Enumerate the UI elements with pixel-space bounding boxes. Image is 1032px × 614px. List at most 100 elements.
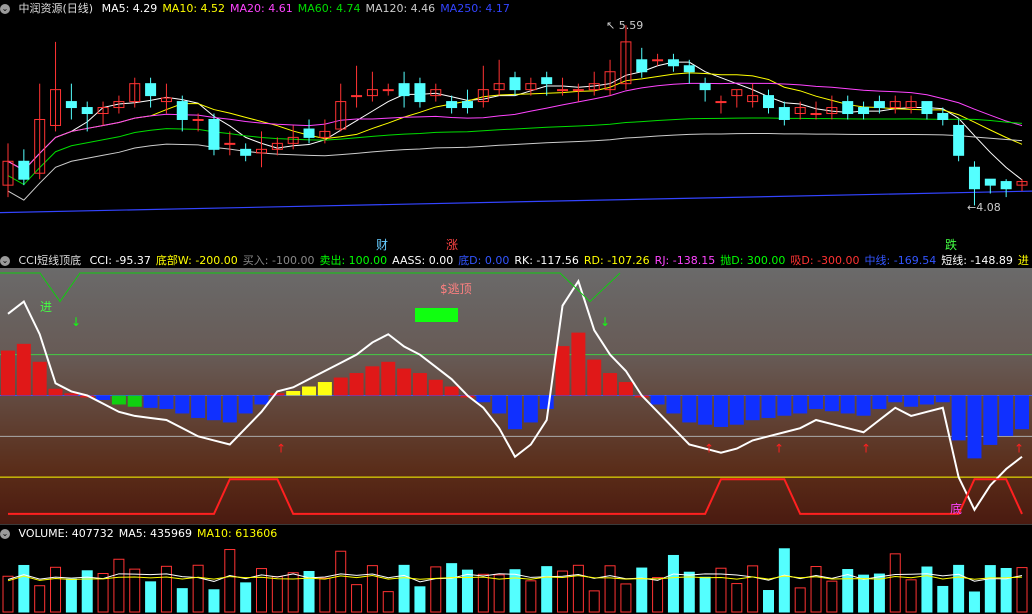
- candle-body: [683, 65, 695, 73]
- volume-bar: [2, 575, 14, 613]
- cci-bar: [254, 395, 269, 405]
- candle-body: [224, 142, 236, 145]
- high-price-value: 5.59: [618, 19, 644, 32]
- low-price-label: ←4.08: [967, 201, 1001, 214]
- cci-bar: [856, 395, 871, 416]
- cci-bar: [96, 395, 111, 400]
- candle-body: [699, 83, 711, 91]
- cci-value-9: 抛D: 300.00: [720, 254, 786, 267]
- chevron-down-icon[interactable]: ⌄: [0, 256, 10, 266]
- cci-bar: [159, 395, 174, 409]
- cci-bar: [571, 332, 586, 396]
- cci-bar: [48, 388, 63, 396]
- cci-chart[interactable]: ↑ ↑ ↑ ↑ ↑ ↓ ↓: [0, 268, 1032, 524]
- cci-bar: [904, 395, 919, 407]
- candle-body: [953, 124, 965, 156]
- cci-bar: [603, 373, 618, 396]
- cci-bar: [381, 361, 396, 396]
- candle-body: [192, 118, 204, 121]
- cci-value-4: AASS: 0.00: [392, 254, 454, 267]
- candle-body: [968, 166, 980, 190]
- candle-body: [351, 95, 363, 98]
- volume-bar: [208, 589, 220, 613]
- cci-bar: [238, 395, 253, 414]
- cci-bar: [127, 395, 142, 407]
- volume-bar: [652, 577, 664, 613]
- volume-bar: [493, 574, 505, 613]
- volume-bar: [50, 566, 62, 613]
- cci-bar: [492, 395, 507, 414]
- buy-arrow-icon-4: ↑: [1014, 442, 1024, 456]
- volume-bar: [65, 578, 77, 613]
- candle-body: [1000, 181, 1012, 190]
- cci-bar: [618, 382, 633, 396]
- price-chart[interactable]: [0, 0, 1032, 255]
- volume-bar: [541, 566, 553, 613]
- cci-bar: [508, 395, 522, 430]
- candle-body: [921, 101, 933, 115]
- volume-bar: [525, 580, 537, 613]
- cci-legend: CCI: -95.37 底部W: -200.00 买入: -100.00 卖出: 10…: [90, 254, 1032, 267]
- cci-title: CCI短线顶底: [18, 254, 82, 267]
- volume-chart[interactable]: [0, 542, 1032, 614]
- bottom-label: 底: [950, 502, 963, 516]
- cci-bar: [555, 346, 570, 396]
- enter-label: 进: [40, 300, 53, 314]
- cci-bar: [523, 395, 538, 423]
- volume-bar: [968, 591, 980, 613]
- volume-bar: [446, 563, 458, 613]
- volume-bar: [18, 564, 30, 613]
- volume-bar: [129, 568, 141, 613]
- cci-value-10: 吸D: -300.00: [790, 254, 860, 267]
- volume-bar: [509, 569, 521, 613]
- candle-body: [240, 148, 252, 156]
- cci-bar: [729, 395, 744, 425]
- volume-bar: [160, 565, 172, 613]
- cci-bar: [302, 386, 317, 396]
- cci-bar: [206, 395, 221, 421]
- volume-bar: [319, 577, 331, 613]
- cci-bar: [1, 350, 15, 396]
- volume-legend: VOLUME: 407732 MA5: 435969 MA10: 613606: [19, 527, 283, 540]
- cci-bar: [397, 368, 412, 396]
- candle-body: [810, 113, 822, 116]
- volume-bar: [382, 591, 394, 613]
- cci-bar: [935, 395, 950, 403]
- top-signal-line: [0, 272, 621, 303]
- volume-bar: [683, 571, 695, 613]
- volume-bar: [715, 567, 727, 613]
- volume-bar: [747, 565, 759, 613]
- volume-bar: [778, 548, 790, 613]
- candle-body: [446, 101, 458, 109]
- volume-bar: [398, 564, 410, 613]
- candle-body: [541, 77, 553, 85]
- candle-body: [382, 89, 394, 92]
- cci-bar: [270, 393, 285, 396]
- volume-bar: [192, 564, 204, 613]
- volume-bar: [113, 558, 125, 613]
- bottom-signal-line: [8, 478, 1023, 515]
- volume-bar: [240, 582, 252, 613]
- cci-bar: [777, 395, 792, 416]
- cci-bar: [650, 395, 665, 405]
- volume-bar: [889, 553, 901, 613]
- cci-bar: [793, 395, 808, 414]
- cci-bar: [143, 395, 158, 408]
- candle-body: [18, 160, 30, 180]
- candle-body: [858, 107, 870, 115]
- cci-bar: [222, 395, 237, 423]
- candle-body: [842, 101, 854, 115]
- buy-arrow-icon-2: ↑: [774, 442, 784, 456]
- ma-line-2: [7, 82, 1023, 171]
- cci-bar: [444, 386, 459, 396]
- candle-body: [557, 89, 569, 92]
- cci-bar: [191, 395, 206, 418]
- cci-value-7: RD: -107.26: [583, 254, 650, 267]
- volume-bar: [351, 584, 363, 613]
- buy-arrow-icon-3: ↑: [861, 442, 871, 456]
- chevron-down-icon[interactable]: ⌄: [0, 529, 10, 539]
- cci-bar: [16, 343, 31, 396]
- cci-bar: [365, 366, 380, 396]
- cci-bar: [983, 395, 998, 445]
- cci-value-13: 进: [1017, 254, 1029, 267]
